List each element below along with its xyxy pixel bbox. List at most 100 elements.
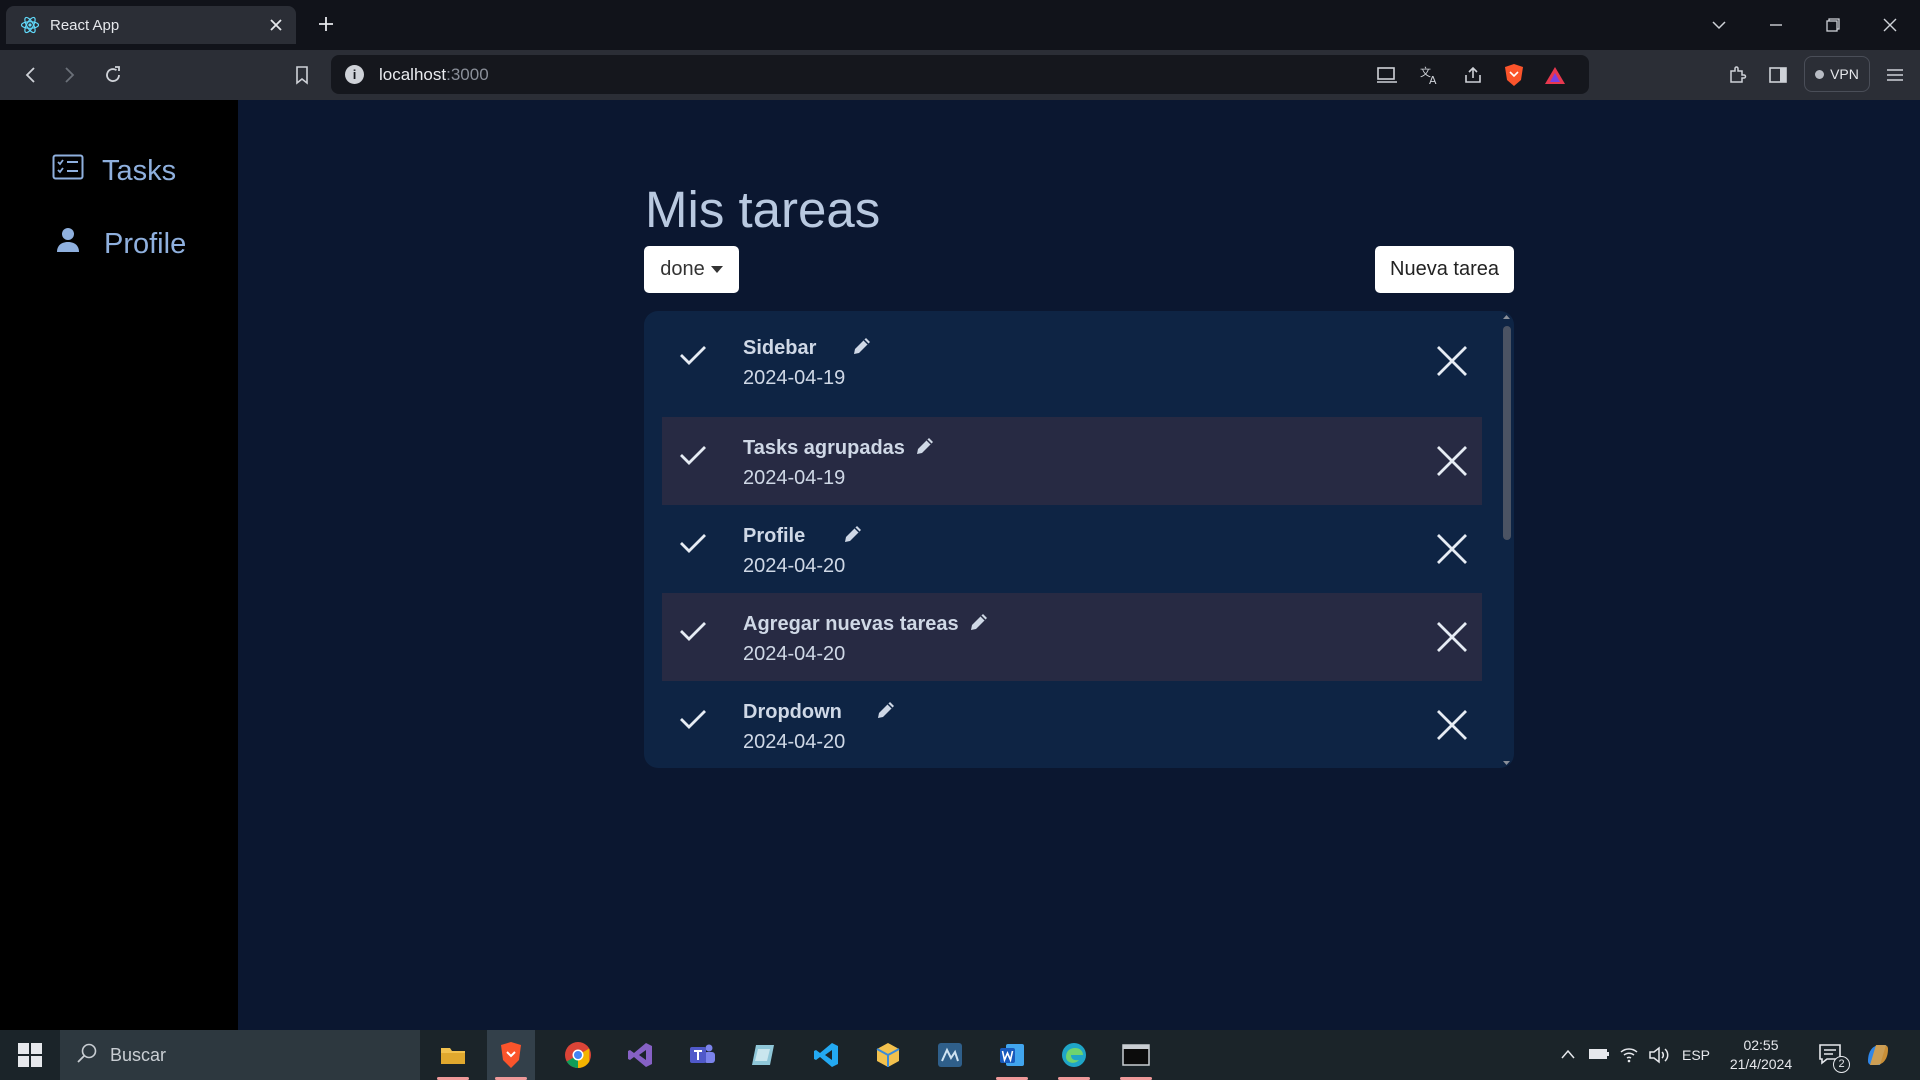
check-icon[interactable] xyxy=(678,707,708,736)
chevron-up-icon[interactable] xyxy=(1560,1047,1576,1065)
brave-rewards-icon[interactable] xyxy=(1543,63,1567,87)
task-list: Sidebar 2024-04-19 Tasks agrupadas 2024-… xyxy=(644,311,1514,768)
terminal-icon[interactable] xyxy=(1112,1030,1160,1080)
task-list-icon xyxy=(52,154,84,188)
url-text[interactable]: localhost:3000 xyxy=(379,65,489,85)
task-title: Sidebar xyxy=(743,337,817,359)
search-icon xyxy=(76,1042,98,1069)
new-tab-icon[interactable] xyxy=(313,11,339,37)
pencil-icon[interactable] xyxy=(968,611,990,638)
task-date: 2024-04-20 xyxy=(743,731,846,753)
volume-icon[interactable] xyxy=(1648,1045,1670,1070)
check-icon[interactable] xyxy=(678,619,708,648)
scrollbar-thumb[interactable] xyxy=(1503,326,1511,540)
notes-app-icon[interactable] xyxy=(740,1030,788,1080)
close-icon[interactable] xyxy=(1436,345,1468,382)
cast-icon[interactable] xyxy=(1375,63,1399,87)
task-title: Dropdown xyxy=(743,701,842,723)
word-icon[interactable] xyxy=(988,1030,1036,1080)
menu-icon[interactable] xyxy=(1880,60,1910,90)
vpn-button[interactable]: VPN xyxy=(1804,56,1870,92)
task-date: 2024-04-20 xyxy=(743,555,846,577)
task-date: 2024-04-19 xyxy=(743,467,846,489)
box-app-icon[interactable] xyxy=(864,1030,912,1080)
taskbar-clock[interactable]: 02:55 21/4/2024 xyxy=(1718,1036,1804,1074)
vscode-icon[interactable] xyxy=(802,1030,850,1080)
vpn-label: VPN xyxy=(1830,66,1859,82)
address-bar[interactable]: i localhost:3000 文A xyxy=(331,55,1589,94)
new-task-button[interactable]: Nueva tarea xyxy=(1375,246,1514,293)
language-indicator[interactable]: ESP xyxy=(1682,1047,1710,1063)
filter-value: done xyxy=(660,258,705,280)
check-icon[interactable] xyxy=(678,443,708,472)
check-icon[interactable] xyxy=(678,531,708,560)
pencil-icon[interactable] xyxy=(875,699,897,726)
translate-icon[interactable]: 文A xyxy=(1418,63,1442,87)
task-title: Tasks agrupadas xyxy=(743,437,905,459)
copilot-icon[interactable] xyxy=(1864,1041,1892,1074)
notification-count-badge: 2 xyxy=(1833,1056,1850,1073)
chrome-icon[interactable] xyxy=(554,1030,602,1080)
file-explorer-icon[interactable] xyxy=(429,1030,477,1080)
task-item: Tasks agrupadas 2024-04-19 xyxy=(662,417,1482,505)
back-icon[interactable] xyxy=(15,60,45,90)
brave-shields-icon[interactable] xyxy=(1502,63,1526,87)
sidebar-item-label: Tasks xyxy=(102,154,177,187)
close-icon[interactable] xyxy=(1436,621,1468,658)
task-date: 2024-04-20 xyxy=(743,643,846,665)
windows-start-icon[interactable] xyxy=(18,1043,42,1067)
tab-search-chevron-icon[interactable] xyxy=(1704,10,1734,40)
browser-tab[interactable]: React App xyxy=(6,6,296,44)
pencil-icon[interactable] xyxy=(851,335,873,362)
bookmark-icon[interactable] xyxy=(287,60,317,90)
tab-title: React App xyxy=(50,16,120,34)
clock-time: 02:55 xyxy=(1743,1037,1779,1053)
close-tab-icon[interactable] xyxy=(262,11,290,39)
clock-date: 21/4/2024 xyxy=(1729,1056,1793,1072)
search-placeholder: Buscar xyxy=(110,1044,167,1065)
task-list-scrollbar[interactable] xyxy=(1500,314,1513,766)
close-icon[interactable] xyxy=(1436,445,1468,482)
sidebar-item-profile[interactable]: Profile xyxy=(52,227,186,261)
close-icon[interactable] xyxy=(1436,533,1468,570)
close-window-icon[interactable] xyxy=(1875,10,1905,40)
share-icon[interactable] xyxy=(1461,63,1485,87)
caret-down-icon xyxy=(710,266,723,273)
sidebar-toggle-icon[interactable] xyxy=(1763,60,1793,90)
pencil-icon[interactable] xyxy=(914,435,936,462)
brave-browser-icon[interactable] xyxy=(487,1030,535,1080)
pencil-icon[interactable] xyxy=(842,523,864,550)
task-title: Agregar nuevas tareas xyxy=(743,613,959,635)
taskbar-search[interactable]: Buscar xyxy=(60,1030,420,1080)
browser-tab-strip: React App xyxy=(0,0,1920,50)
close-icon[interactable] xyxy=(1436,709,1468,746)
restore-icon[interactable] xyxy=(1818,10,1848,40)
minimize-icon[interactable] xyxy=(1761,10,1791,40)
task-item: Agregar nuevas tareas 2024-04-20 xyxy=(662,593,1482,681)
mysql-workbench-icon[interactable] xyxy=(926,1030,974,1080)
os-taskbar: Buscar ESP 02:55 21/4/2024 2 xyxy=(0,1030,1920,1080)
task-item: Dropdown 2024-04-20 xyxy=(662,681,1482,768)
extensions-icon[interactable] xyxy=(1722,60,1752,90)
react-logo-icon xyxy=(20,15,40,35)
check-icon[interactable] xyxy=(678,343,708,372)
teams-icon[interactable] xyxy=(678,1030,726,1080)
task-title: Profile xyxy=(743,525,806,547)
page-title: Mis tareas xyxy=(645,181,881,238)
forward-icon[interactable] xyxy=(55,60,85,90)
vpn-status-icon xyxy=(1815,69,1825,79)
visual-studio-icon[interactable] xyxy=(616,1030,664,1080)
edge-icon[interactable] xyxy=(1050,1030,1098,1080)
site-info-icon[interactable]: i xyxy=(345,65,364,84)
svg-text:A: A xyxy=(1429,74,1437,86)
task-item: Sidebar 2024-04-19 xyxy=(662,317,1482,405)
sidebar-item-tasks[interactable]: Tasks xyxy=(52,154,176,188)
wifi-icon[interactable] xyxy=(1619,1044,1639,1069)
sidebar-item-label: Profile xyxy=(104,227,187,260)
person-icon xyxy=(56,227,80,261)
task-item: Profile 2024-04-20 xyxy=(662,505,1482,593)
app-sidebar: Tasks Profile xyxy=(0,100,238,1030)
reload-icon[interactable] xyxy=(98,60,128,90)
status-filter-dropdown[interactable]: done xyxy=(644,246,739,293)
battery-icon[interactable] xyxy=(1588,1046,1610,1067)
